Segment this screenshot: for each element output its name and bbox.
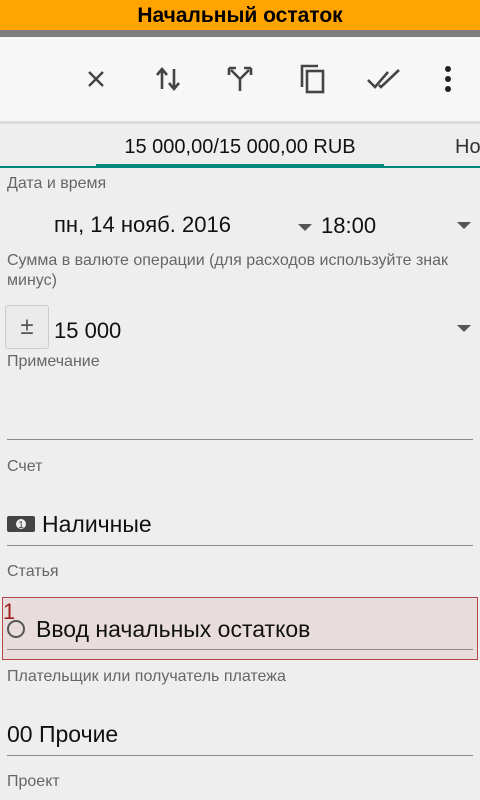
article-field[interactable]: Ввод начальных остатков (36, 616, 310, 643)
project-label: Проект (7, 773, 60, 790)
svg-text:1: 1 (18, 520, 24, 531)
date-field[interactable]: пн, 14 нояб. 2016 (54, 212, 231, 238)
tab-bar: 15 000,00/15 000,00 RUB Но (0, 124, 480, 170)
cash-icon: 1 (6, 514, 36, 539)
article-label: Статья (7, 563, 59, 580)
note-underline (7, 439, 473, 440)
note-label: Примечание (7, 353, 100, 370)
time-dropdown-icon[interactable] (457, 222, 471, 229)
payer-label: Плательщик или получатель платежа (7, 668, 286, 685)
toolbar (0, 37, 480, 124)
account-underline (7, 545, 473, 546)
amount-dropdown-icon[interactable] (457, 325, 471, 332)
time-field[interactable]: 18:00 (321, 213, 376, 239)
tab-amount[interactable]: 15 000,00/15 000,00 RUB (96, 136, 384, 168)
more-vert-icon[interactable] (424, 55, 472, 103)
close-icon[interactable] (72, 55, 120, 103)
split-icon[interactable] (216, 55, 264, 103)
title-bar: Начальный остаток (0, 0, 480, 37)
window-title: Начальный остаток (137, 4, 343, 27)
copy-icon[interactable] (288, 55, 336, 103)
payer-field[interactable]: 00 Прочие (7, 721, 118, 748)
radio-circle-icon[interactable] (7, 620, 25, 638)
swap-vertical-icon[interactable] (144, 55, 192, 103)
amount-input[interactable]: 15 000 (54, 318, 121, 344)
amount-label: Сумма в валюте операции (для расходов ис… (7, 252, 449, 289)
date-dropdown-icon[interactable] (298, 224, 312, 231)
tab-next[interactable]: Но (455, 136, 480, 159)
payer-underline (7, 755, 473, 756)
tab-amount-label: 15 000,00/15 000,00 RUB (124, 136, 356, 158)
account-label: Счет (7, 458, 43, 475)
tab-baseline (0, 166, 480, 168)
done-all-icon[interactable] (360, 55, 408, 103)
article-underline (7, 649, 473, 650)
sign-toggle-button[interactable]: ± (5, 305, 49, 349)
date-time-label: Дата и время (7, 175, 107, 192)
account-field[interactable]: Наличные (42, 511, 152, 538)
